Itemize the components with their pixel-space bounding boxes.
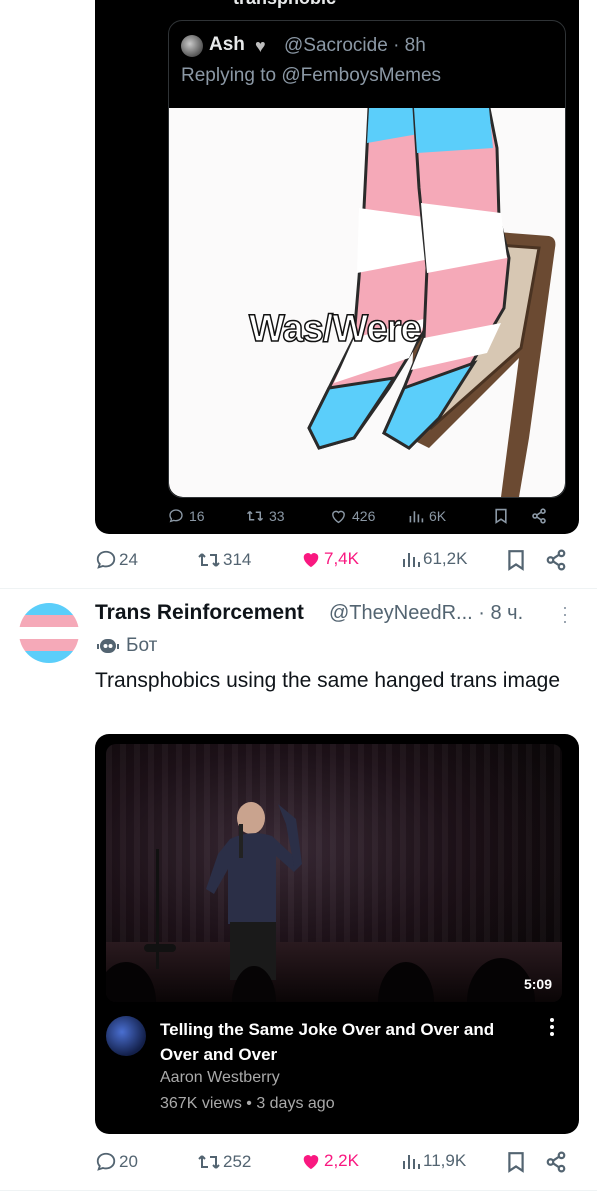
tweet1-action-bar: 24 314 7,4K 61,2K [95,549,575,577]
reply-button[interactable]: 24 [95,549,138,571]
reply-count: 24 [119,550,138,569]
bookmark-icon [508,550,524,571]
view-count: 11,9K [423,1151,467,1170]
share-button[interactable] [545,1151,567,1173]
tweet2-action-bar: 20 252 2,2K 11,9K [95,1151,575,1179]
retweet-count: 314 [223,550,252,569]
retweet-count: 252 [223,1152,252,1171]
meme-image[interactable]: Was/Were [169,108,565,497]
video-more-icon[interactable] [550,1018,554,1039]
heart-filled-icon [303,553,319,568]
quoted-tweet-card[interactable]: Ash ♥ @Sacrocide · 8h Replying to @Fembo… [168,20,566,498]
youtube-card[interactable]: 5:09 Telling the Same Joke Over and Over… [95,734,579,1134]
video-thumbnail[interactable]: 5:09 [106,744,562,1002]
retweet-button[interactable]: 252 [197,1151,251,1173]
share-icon [546,1151,566,1173]
meme-caption: Was/Were [248,307,422,351]
views-icon [403,553,420,567]
quoted-action-bar: 16 33 426 6K [168,508,568,530]
like-button[interactable]: 2,2K [300,1151,359,1171]
reply-button[interactable]: 20 [95,1151,138,1173]
video-duration: 5:09 [523,976,552,992]
quoted-retweet-count: 33 [269,508,285,524]
author-name[interactable]: Trans Reinforcement [95,601,304,625]
bookmark-button[interactable] [507,1151,525,1173]
avatar [181,35,203,57]
share-icon [531,508,547,527]
views-button[interactable]: 61,2K [401,549,467,569]
quoted-like-count: 426 [352,508,376,524]
video-meta: 367K views • 3 days ago [160,1095,335,1112]
comedian-silhouette [106,802,535,1002]
reply-icon [168,508,184,527]
trans-socks-drawing [307,108,556,497]
quoted-author-name: Ash [209,34,245,55]
bookmark-button[interactable] [507,549,525,571]
like-icon [330,508,347,527]
reply-icon [96,1152,116,1171]
heart-filled-icon [303,1155,319,1170]
retweet-icon [198,553,220,567]
bot-label: Бот [126,635,158,656]
reply-count: 20 [119,1152,138,1171]
reply-icon [96,550,116,569]
bot-icon [96,636,120,661]
video-title[interactable]: Telling the Same Joke Over and Over and … [160,1017,520,1067]
quoted-author-handle: @Sacrocide · 8h [284,35,426,56]
bookmark-icon [494,508,508,527]
like-button[interactable]: 7,4K [300,549,359,569]
tweet-text: Transphobics using the same hanged trans… [95,669,560,692]
quoted-reply-count: 16 [189,508,205,524]
views-icon [408,508,424,527]
retweet-icon [198,1155,220,1169]
replying-to: Replying to @FemboysMemes [181,65,442,86]
tweet-divider [0,588,597,589]
quoted-view-count: 6K [429,508,447,524]
bookmark-icon [508,1152,524,1173]
quoted-screenshot: transphobic Ash ♥ @Sacrocide · 8h Replyi… [95,0,579,534]
share-icon [546,549,566,571]
view-count: 61,2K [423,549,468,568]
tweet-divider [0,1190,597,1191]
more-options-icon[interactable]: · · · [562,598,568,630]
avatar[interactable] [19,603,79,663]
like-count: 7,4K [324,549,359,568]
like-count: 2,2K [324,1151,359,1170]
share-button[interactable] [545,549,567,571]
grey-heart-icon: ♥ [255,36,266,56]
author-handle[interactable]: @TheyNeedR... · 8 ч. [329,602,523,625]
channel-name[interactable]: Aaron Westberry [160,1069,280,1087]
retweet-button[interactable]: 314 [197,549,251,571]
channel-avatar[interactable] [106,1016,146,1056]
views-icon [403,1155,420,1169]
views-button[interactable]: 11,9K [401,1151,466,1171]
retweet-icon [246,508,264,527]
cut-off-text: transphobic [233,0,336,9]
